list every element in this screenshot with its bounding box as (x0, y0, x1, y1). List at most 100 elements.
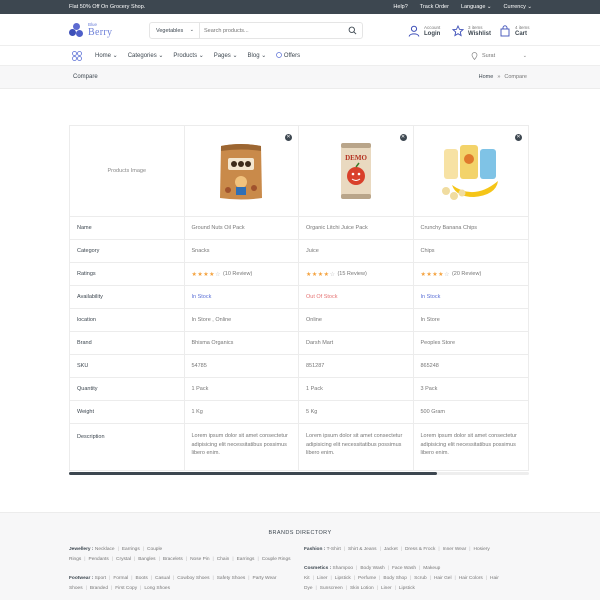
brand-group-footwear: Footwear : Sport | Formal | Boots | Casual | Cow… (69, 574, 294, 594)
nav-item-offers[interactable]: Offers (276, 52, 300, 59)
breadcrumb-separator: » (497, 74, 501, 80)
brand-link[interactable]: Chain (217, 557, 230, 562)
brand-link[interactable]: Formal (113, 576, 128, 581)
brand-link[interactable]: Shampoo (333, 566, 354, 571)
brand-link[interactable]: Cowboy Shoes (177, 576, 209, 581)
logo[interactable]: Blue Berry (69, 21, 119, 41)
product-quantity: 1 Pack (299, 378, 414, 400)
brand-link[interactable]: First Copy (115, 586, 137, 591)
sku-row: SKU 54785 851287 865248 (70, 355, 528, 378)
product-quantity: 1 Pack (185, 378, 299, 400)
name-row: Name Ground Nuts Oil Pack Organic Litchi… (70, 217, 528, 240)
brand-link[interactable]: Hosiery (473, 547, 489, 552)
brand-link[interactable]: Crystal (116, 557, 131, 562)
cart-button[interactable]: 4 items Cart (499, 24, 530, 38)
product-weight: 5 Kg (299, 401, 414, 423)
search-input[interactable] (204, 25, 344, 36)
brand-link[interactable]: Earrings (122, 547, 140, 552)
product-name[interactable]: Crunchy Banana Chips (414, 217, 529, 239)
brand-link[interactable]: Scrub (414, 576, 427, 581)
breadcrumb-home[interactable]: Home (479, 74, 494, 80)
brand-link[interactable]: Lipstick (399, 586, 415, 591)
brand-link[interactable]: Sunscreen (320, 586, 343, 591)
remove-product-button[interactable]: ✕ (515, 134, 522, 141)
brand-link[interactable]: Branded (90, 586, 108, 591)
brand-link[interactable]: Hair Colors (459, 576, 483, 581)
brand-separator: | (158, 557, 160, 562)
brand-link[interactable]: Face Wash (392, 566, 416, 571)
nav-item-blog[interactable]: Blog ⌄ (248, 52, 267, 59)
wishlist-count: 3 items (468, 25, 483, 30)
product-rating: ★★★★☆ (15 Review) (299, 263, 414, 285)
rating-stars: ★★★★☆ (421, 271, 450, 278)
brand-link[interactable]: Skin Lotion (350, 586, 374, 591)
brand-link[interactable]: Body Wash (360, 566, 384, 571)
brand-link[interactable]: Shirt & Jeans (348, 547, 377, 552)
ground-nuts-pack-image (220, 144, 263, 200)
search-category-select[interactable]: Vegetables ⌄ (150, 23, 200, 38)
chevron-down-icon: ⌄ (522, 53, 527, 59)
language-dropdown[interactable]: Language ⌄ (461, 4, 492, 10)
product-weight: 1 Kg (185, 401, 299, 423)
brand-link[interactable]: Jacket (384, 547, 398, 552)
track-order-link[interactable]: Track Order (420, 4, 449, 10)
brand-separator: | (315, 586, 317, 591)
row-label: Ratings (70, 263, 185, 285)
product-name[interactable]: Organic Litchi Juice Pack (299, 217, 414, 239)
brand-link[interactable]: T-Shirt (327, 547, 341, 552)
offer-icon (276, 52, 283, 58)
brand-row: Brand Bhisma Organics Darsh Mart Peoples… (70, 332, 528, 355)
brand-link[interactable]: Lipstick (335, 576, 351, 581)
account-button[interactable]: Account Login (408, 24, 440, 38)
row-label: Name (70, 217, 185, 239)
brand-link[interactable]: Inner Wear (443, 547, 467, 552)
brand-separator: | (485, 576, 488, 581)
brand-link[interactable]: Sport (95, 576, 106, 581)
brand-link[interactable]: Liner (317, 576, 328, 581)
cart-count: 4 items (515, 25, 530, 30)
currency-dropdown[interactable]: Currency ⌄ (504, 4, 532, 10)
brand-link[interactable]: Body Shop (383, 576, 406, 581)
nav-item-home[interactable]: Home ⌄ (95, 52, 118, 59)
location-select[interactable]: Surat ⌄ (467, 50, 529, 62)
help-link[interactable]: Help? (393, 4, 407, 10)
breadcrumb-current: Compare (504, 74, 527, 80)
nav-item-categories[interactable]: Categories ⌄ (128, 52, 164, 59)
row-label: Quantity (70, 378, 185, 400)
table-scrollbar[interactable] (69, 472, 529, 475)
brand-link[interactable]: Liner (381, 586, 392, 591)
nav-item-products[interactable]: Products ⌄ (173, 52, 203, 59)
product-location: In Store (420, 317, 440, 323)
product-name[interactable]: Ground Nuts Oil Pack (185, 217, 299, 239)
brand-link[interactable]: Couple Rings (262, 557, 291, 562)
brand-link[interactable]: Long Shoes (144, 586, 170, 591)
brand-link[interactable]: Hair Gel (434, 576, 452, 581)
brand-link[interactable]: Safety Shoes (217, 576, 246, 581)
brand-link[interactable]: Nose Pin (190, 557, 209, 562)
brand-link[interactable]: Necklace (95, 547, 115, 552)
product-description: Lorem ipsum dolor sit amet consectetur a… (299, 424, 414, 470)
nav-item-pages[interactable]: Pages ⌄ (214, 52, 238, 59)
brand-separator: | (140, 586, 142, 591)
brand-link[interactable]: Boots (136, 576, 148, 581)
grid-menu-icon[interactable] (72, 51, 82, 61)
brand-separator: | (172, 576, 175, 581)
search-icon[interactable] (348, 26, 357, 35)
brand-link[interactable]: Perfume (358, 576, 376, 581)
scrollbar-thumb[interactable] (69, 472, 437, 475)
brands-directory-title: BRANDS DIRECTORY (268, 530, 332, 536)
product-brand: Peoples Store (420, 340, 456, 346)
wishlist-button[interactable]: 3 items Wishlist (452, 24, 491, 38)
remove-product-button[interactable]: ✕ (285, 134, 292, 141)
brand-link[interactable]: Casual (155, 576, 170, 581)
product-sku: 865248 (420, 363, 439, 369)
brand-separator: | (438, 547, 440, 552)
brand-link[interactable]: Dress & Frock (405, 547, 435, 552)
brand-link[interactable]: Pendants (89, 557, 109, 562)
brand-link[interactable]: Bracelets (163, 557, 183, 562)
products-image-label: Products Image (70, 126, 185, 216)
brand-link[interactable]: Earrings (237, 557, 255, 562)
remove-product-button[interactable]: ✕ (399, 134, 407, 141)
product-rating: ★★★★☆ (20 Review) (414, 263, 529, 285)
brand-link[interactable]: Bangles (138, 557, 155, 562)
